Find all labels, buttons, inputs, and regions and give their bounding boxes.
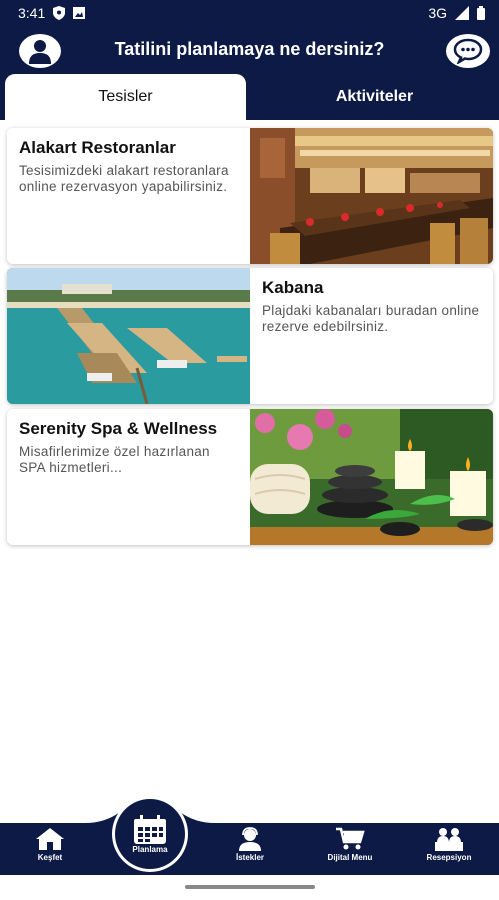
home-icon (36, 828, 64, 850)
chat-button[interactable] (446, 34, 490, 68)
card-title: Kabana (262, 278, 324, 297)
calendar-icon (134, 814, 166, 844)
chat-bubble-icon (453, 38, 483, 64)
nav-planlama[interactable]: Planlama (115, 799, 185, 869)
network-type: 3G (428, 5, 447, 21)
card-kabana[interactable]: Kabana Plajdaki kabanaları buradan onlin… (7, 268, 493, 404)
home-gesture-bar[interactable] (185, 885, 315, 889)
person-headset-icon (239, 827, 261, 851)
tab-aktiviteler[interactable]: Aktiviteler (250, 74, 499, 120)
card-title: Alakart Restoranlar (19, 138, 176, 157)
status-bar: 3:41 3G (0, 0, 499, 26)
nav-kesfet[interactable]: Keşfet (15, 827, 85, 862)
card-alakart-restoranlar[interactable]: Alakart Restoranlar Tesisimizdeki alakar… (7, 128, 493, 264)
reception-icon (435, 828, 463, 851)
restaurant-image (250, 128, 493, 264)
spa-image (250, 409, 493, 545)
nav-label: Planlama (132, 844, 168, 854)
nav-label: Dijital Menu (327, 853, 373, 862)
nav-label: İstekler (235, 853, 265, 862)
shield-icon (53, 6, 66, 20)
card-text: Serenity Spa & Wellness Misafirlerimize … (7, 409, 250, 545)
profile-button[interactable] (19, 34, 61, 68)
user-icon (29, 40, 51, 64)
nav-label: Keşfet (37, 853, 63, 862)
bottom-navigation: Keşfet İstekler Dijital Menu Resepsiyon (0, 823, 499, 875)
card-text: Alakart Restoranlar Tesisimizdeki alakar… (7, 128, 250, 264)
card-serenity-spa[interactable]: Serenity Spa & Wellness Misafirlerimize … (7, 409, 493, 545)
signal-icon (455, 6, 469, 20)
card-description: Misafirlerimize özel hazırlanan SPA hizm… (19, 444, 210, 475)
card-description: Plajdaki kabanaları buradan online rezer… (262, 303, 480, 334)
battery-icon (477, 6, 485, 20)
app-header: Tatilini planlamaya ne dersiniz? Tesisle… (0, 26, 499, 120)
tab-tesisler[interactable]: Tesisler (5, 74, 246, 120)
facility-list: Alakart Restoranlar Tesisimizdeki alakar… (0, 120, 499, 823)
nav-dijital-menu[interactable]: Dijital Menu (315, 827, 385, 862)
nav-label: Resepsiyon (426, 853, 472, 862)
kabana-image (7, 268, 250, 404)
nav-resepsiyon[interactable]: Resepsiyon (414, 827, 484, 862)
nav-istekler[interactable]: İstekler (215, 827, 285, 862)
image-notification-icon (73, 7, 86, 19)
page-title: Tatilini planlamaya ne dersiniz? (114, 39, 385, 59)
system-gesture-area (0, 875, 499, 900)
card-text: Kabana Plajdaki kabanaları buradan onlin… (250, 268, 493, 404)
status-time: 3:41 (18, 5, 46, 21)
cart-icon (336, 827, 365, 850)
card-description: Tesisimizdeki alakart restoranlara onlin… (19, 163, 229, 194)
card-title: Serenity Spa & Wellness (19, 419, 218, 438)
